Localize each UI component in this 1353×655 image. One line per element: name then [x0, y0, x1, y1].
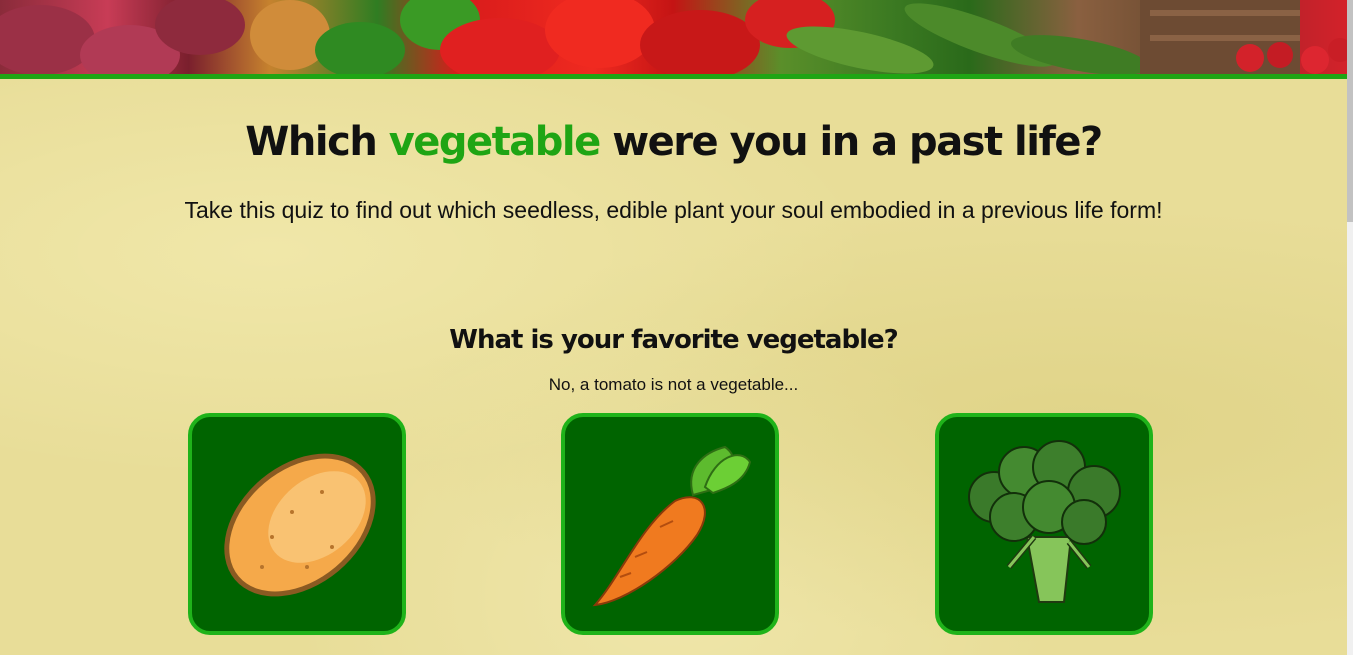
question-note: No, a tomato is not a vegetable... [548, 375, 799, 394]
page-subtitle: Take this quiz to find out which seedles… [184, 197, 1163, 223]
scrollbar-thumb[interactable] [1347, 0, 1353, 222]
page-content: Which vegetable were you in a past life?… [0, 79, 1347, 655]
option-carrot-button[interactable] [561, 413, 779, 635]
header-banner-image [0, 0, 1347, 79]
title-highlight: vegetable [388, 119, 602, 165]
vegetables-banner-picture [0, 0, 1347, 74]
option-broccoli-button[interactable] [935, 413, 1153, 635]
vertical-scrollbar[interactable] [1347, 0, 1353, 655]
page-title: Which vegetable were you in a past life? [245, 119, 1103, 165]
option-potato-button[interactable] [188, 413, 406, 635]
broccoli-icon [968, 440, 1121, 603]
question-title: What is your favorite vegetable? [449, 325, 898, 355]
carrot-icon [592, 445, 752, 607]
potato-icon [224, 453, 376, 597]
